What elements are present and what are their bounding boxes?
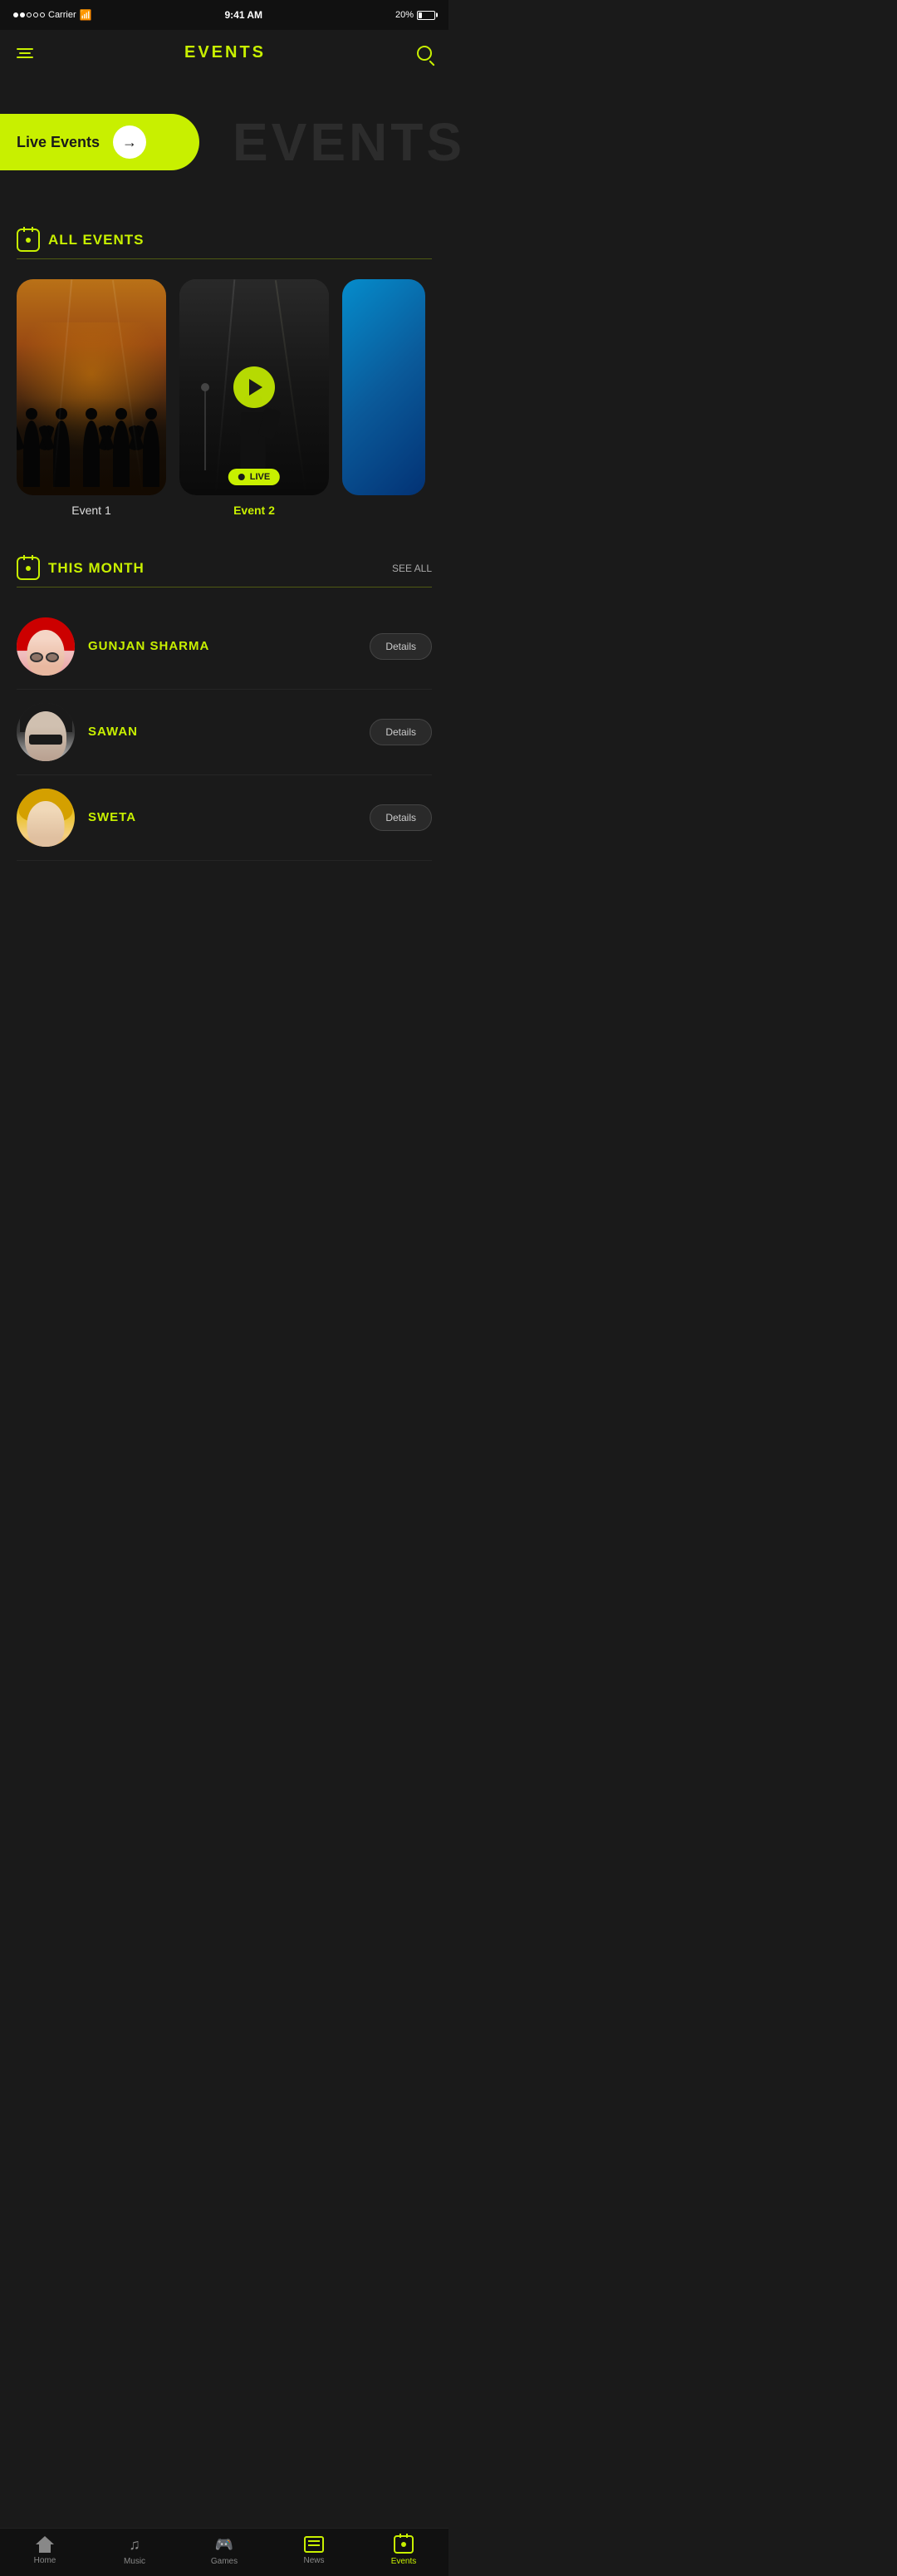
nav-events-label: Events [391, 2557, 417, 2566]
details-button[interactable]: Details [370, 633, 432, 660]
artist-info: GUNJAN SHARMA [75, 639, 370, 654]
event-card[interactable] [342, 279, 425, 517]
artist-info: SAWAN [75, 725, 370, 740]
live-events-button[interactable]: Live Events → [0, 114, 199, 170]
nav-news[interactable]: News [289, 2536, 339, 2565]
app-header: EVENTS [0, 30, 448, 76]
carrier-label: Carrier [48, 10, 76, 20]
calendar-icon [17, 557, 40, 580]
filter-button[interactable] [17, 48, 33, 58]
event-image [17, 279, 166, 495]
wifi-icon: 📶 [80, 9, 92, 21]
battery-percent: 20% [395, 10, 414, 20]
artist-item[interactable]: GUNJAN SHARMA Details [17, 604, 432, 690]
battery-icon [417, 11, 435, 20]
filter-icon [19, 52, 31, 54]
nav-music-label: Music [124, 2557, 145, 2566]
nav-games[interactable]: 🎮 Games [199, 2536, 249, 2566]
artist-item[interactable]: SWETA Details [17, 775, 432, 861]
signal-dot [20, 12, 25, 17]
hero-section: Live Events → EVENTS [0, 76, 448, 209]
nav-news-label: News [303, 2556, 324, 2565]
live-badge: LIVE [228, 469, 280, 485]
events-icon [394, 2535, 414, 2554]
nav-music[interactable]: ♫ Music [110, 2536, 159, 2566]
event-label: Event 2 [179, 504, 329, 517]
signal-dot [27, 12, 32, 17]
signal-dot [33, 12, 38, 17]
search-icon [417, 46, 432, 61]
status-bar: Carrier 📶 9:41 AM 20% [0, 0, 448, 30]
filter-icon [17, 48, 33, 50]
signal-dot [13, 12, 18, 17]
details-button[interactable]: Details [370, 719, 432, 745]
artist-list: GUNJAN SHARMA Details SAWAN Details [0, 597, 448, 868]
nav-games-label: Games [211, 2557, 238, 2566]
signal-dots [13, 12, 45, 17]
artist-item[interactable]: SAWAN Details [17, 690, 432, 775]
live-events-label: Live Events [17, 134, 100, 151]
page-title: EVENTS [184, 43, 266, 62]
bottom-navigation: Home ♫ Music 🎮 Games News Events [0, 2528, 448, 2576]
artist-name: GUNJAN SHARMA [88, 639, 209, 653]
artist-avatar [17, 703, 75, 761]
filter-icon [17, 57, 33, 58]
all-events-section-header: ALL EVENTS [0, 215, 448, 258]
hero-background-text: EVENTS [233, 111, 465, 173]
all-events-title: ALL EVENTS [48, 232, 144, 248]
status-right: 20% [395, 10, 435, 20]
play-icon [249, 379, 262, 396]
home-icon [36, 2536, 54, 2553]
event-card[interactable]: LIVE Event 2 [179, 279, 329, 517]
nav-home-label: Home [34, 2556, 56, 2565]
nav-events[interactable]: Events [379, 2535, 429, 2566]
event-image: LIVE [179, 279, 329, 495]
artist-avatar [17, 617, 75, 676]
time-display: 9:41 AM [224, 9, 262, 21]
status-left: Carrier 📶 [13, 9, 92, 21]
details-button[interactable]: Details [370, 804, 432, 831]
music-icon: ♫ [129, 2536, 140, 2554]
calendar-icon [17, 229, 40, 252]
games-icon: 🎮 [215, 2536, 233, 2554]
play-button[interactable] [233, 366, 275, 408]
event-card[interactable]: Event 1 [17, 279, 166, 517]
signal-dot [40, 12, 45, 17]
nav-home[interactable]: Home [20, 2536, 70, 2565]
artist-name: SAWAN [88, 725, 138, 739]
section-divider [17, 258, 432, 259]
artist-info: SWETA [75, 810, 370, 825]
see-all-button[interactable]: SEE ALL [392, 563, 432, 574]
this-month-section-header: THIS MONTH SEE ALL [0, 543, 448, 587]
events-scroll-container[interactable]: Event 1 [0, 269, 448, 527]
news-icon [304, 2536, 324, 2553]
arrow-icon: → [113, 125, 146, 159]
event-image [342, 279, 425, 495]
live-badge-label: LIVE [250, 472, 270, 482]
this-month-title: THIS MONTH [48, 560, 145, 577]
artist-name: SWETA [88, 810, 136, 824]
search-button[interactable] [417, 46, 432, 61]
artist-avatar [17, 789, 75, 847]
event-label: Event 1 [17, 504, 166, 517]
